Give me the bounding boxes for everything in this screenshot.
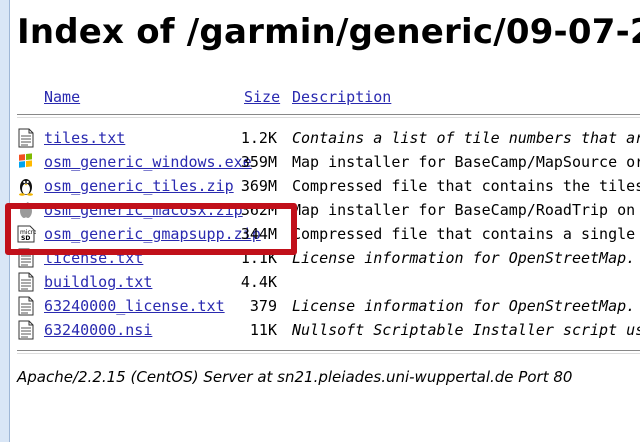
linux-tux-icon (16, 176, 36, 196)
directory-listing-page: Index of /garmin/generic/09-07-20 Name S… (0, 0, 640, 442)
header-divider (17, 114, 640, 118)
windows-icon (16, 152, 36, 172)
text-file-icon (16, 296, 36, 316)
file-link[interactable]: buildlog.txt (44, 273, 152, 291)
file-link[interactable]: 63240000_license.txt (44, 297, 225, 315)
file-size: 11K (249, 321, 277, 339)
file-description: Nullsoft Scriptable Installer script use… (292, 321, 640, 339)
file-link[interactable]: osm_generic_gmapsupp.zip (44, 225, 261, 243)
server-signature: Apache/2.2.15 (CentOS) Server at sn21.pl… (17, 368, 573, 386)
file-description: Map installer for BaseCamp/MapSource or (292, 153, 640, 171)
page-title: Index of /garmin/generic/09-07-20 (17, 12, 640, 52)
apple-icon (16, 200, 36, 220)
column-header-name[interactable]: Name (44, 88, 80, 106)
text-file-icon (16, 248, 36, 268)
table-row: 63240000_license.txt 379 License informati… (0, 294, 640, 318)
file-link[interactable]: license.txt (44, 249, 143, 267)
file-size: 369M (240, 177, 277, 195)
file-link[interactable]: osm_generic_windows.exe (44, 153, 252, 171)
footer-divider (17, 350, 640, 354)
table-row: osm_generic_windows.exe 359M Map installer… (0, 150, 640, 174)
file-size: 344M (240, 225, 277, 243)
file-description: Contains a list of tile numbers that are… (292, 129, 640, 147)
column-header-description[interactable]: Description (292, 88, 391, 106)
column-header-size[interactable]: Size (244, 88, 280, 106)
text-file-icon (16, 272, 36, 292)
file-size: 1.2K (240, 129, 277, 147)
svg-text:SD: SD (21, 235, 30, 242)
file-size: 1.1K (240, 249, 277, 267)
file-description: License information for OpenStreetMap. A… (292, 249, 640, 267)
text-file-icon (16, 128, 36, 148)
file-description: Compressed file that contains the tiles (292, 177, 640, 195)
table-row: tiles.txt 1.2K Contains a list of tile num… (0, 126, 640, 150)
file-description: License information for OpenStreetMap. A… (292, 297, 640, 315)
file-size: 4.4K (240, 273, 277, 291)
text-file-icon (16, 320, 36, 340)
file-link[interactable]: 63240000.nsi (44, 321, 152, 339)
file-size: 359M (240, 153, 277, 171)
micro-sd-icon: micro SD (16, 224, 36, 244)
table-row: osm_generic_tiles.zip 369M Compressed file… (0, 174, 640, 198)
file-description: Compressed file that contains a single (292, 225, 636, 243)
file-link[interactable]: osm_generic_tiles.zip (44, 177, 234, 195)
file-size: 362M (240, 201, 277, 219)
file-description: Map installer for BaseCamp/RoadTrip on (292, 201, 636, 219)
file-size: 379 (249, 297, 277, 315)
file-link[interactable]: tiles.txt (44, 129, 125, 147)
table-row: osm_generic_macosx.zip 362M Map installer … (0, 198, 640, 222)
file-link[interactable]: osm_generic_macosx.zip (44, 201, 243, 219)
table-row: 63240000.nsi 11K Nullsoft Scriptable Insta… (0, 318, 640, 342)
table-row: license.txt 1.1K License information for O… (0, 246, 640, 270)
table-row: buildlog.txt 4.4K (0, 270, 640, 294)
table-row: micro SD osm_generic_gmapsupp.zip 344M Compr… (0, 222, 640, 246)
